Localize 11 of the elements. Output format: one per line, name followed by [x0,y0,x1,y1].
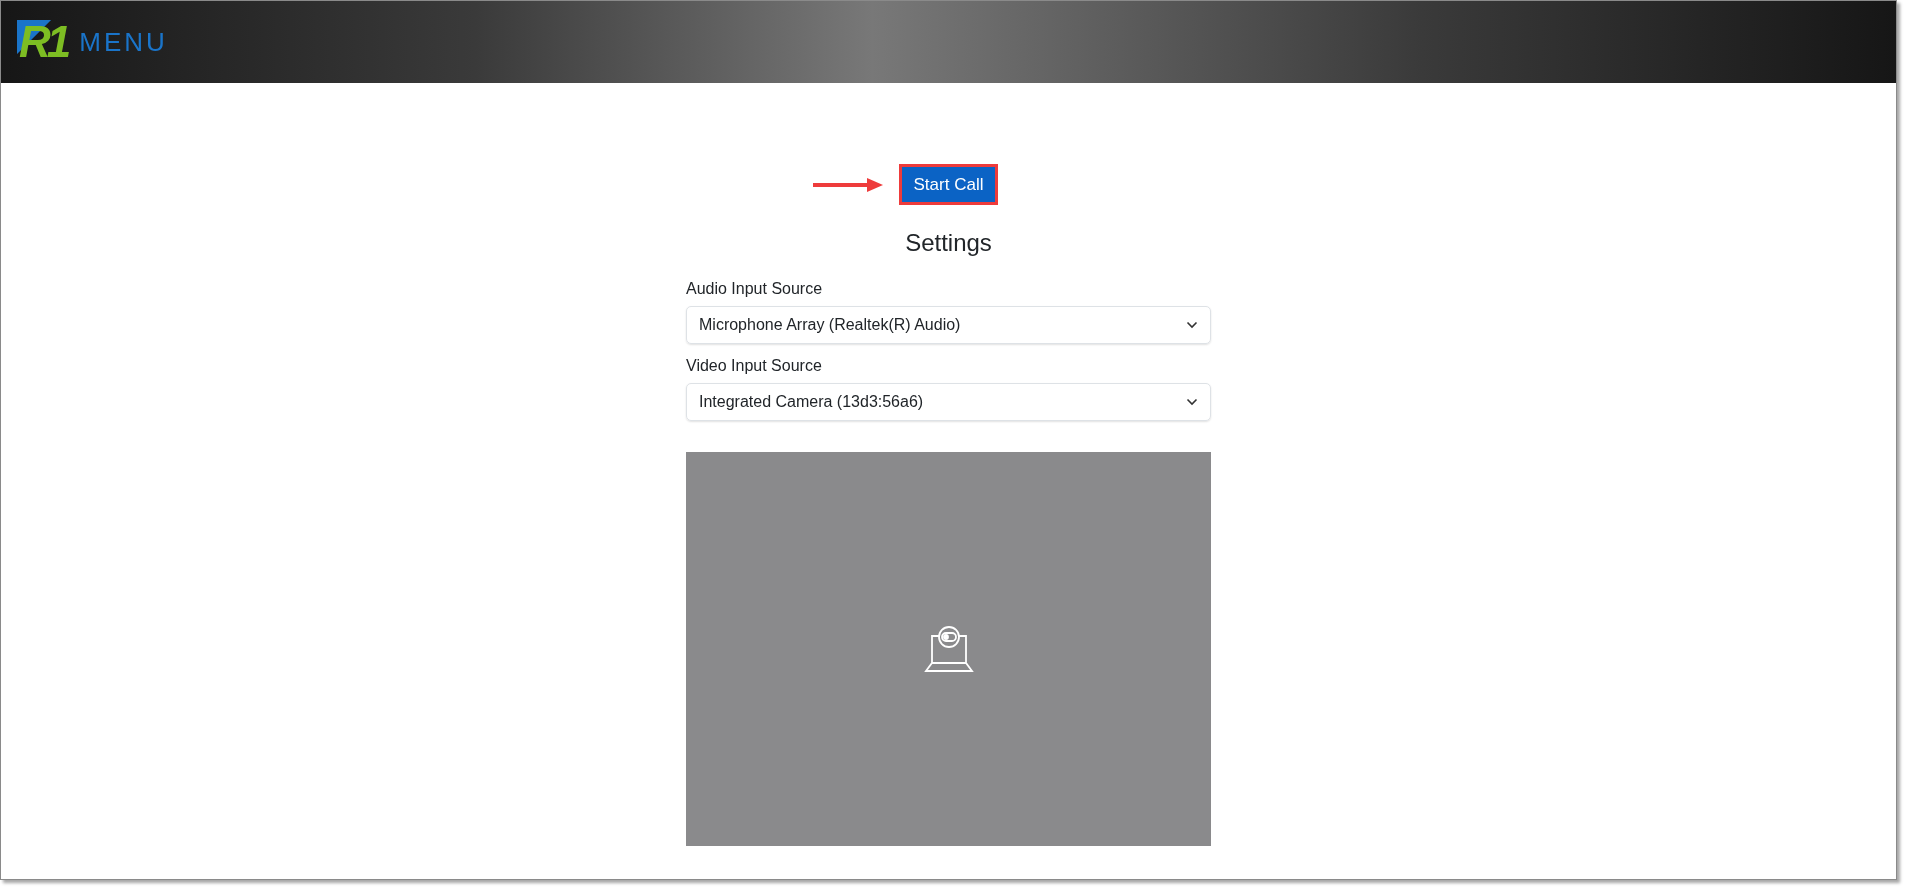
settings-title: Settings [905,228,992,258]
field-label: Audio Input Source [686,279,824,299]
arrow-icon [812,177,883,193]
chevron-down-icon [1186,321,1198,329]
start-call-button[interactable]: Start Call [898,164,999,205]
select-field[interactable]: Microphone Array (Realtek(R) Audio) [686,306,1211,344]
select-field[interactable]: Integrated Camera (13d3:56a6) [686,383,1211,421]
field-label: Video Input Source [686,356,823,376]
logo-text: MENU [79,25,168,59]
webcam-icon [923,626,974,672]
chevron-down-icon [1186,398,1198,406]
